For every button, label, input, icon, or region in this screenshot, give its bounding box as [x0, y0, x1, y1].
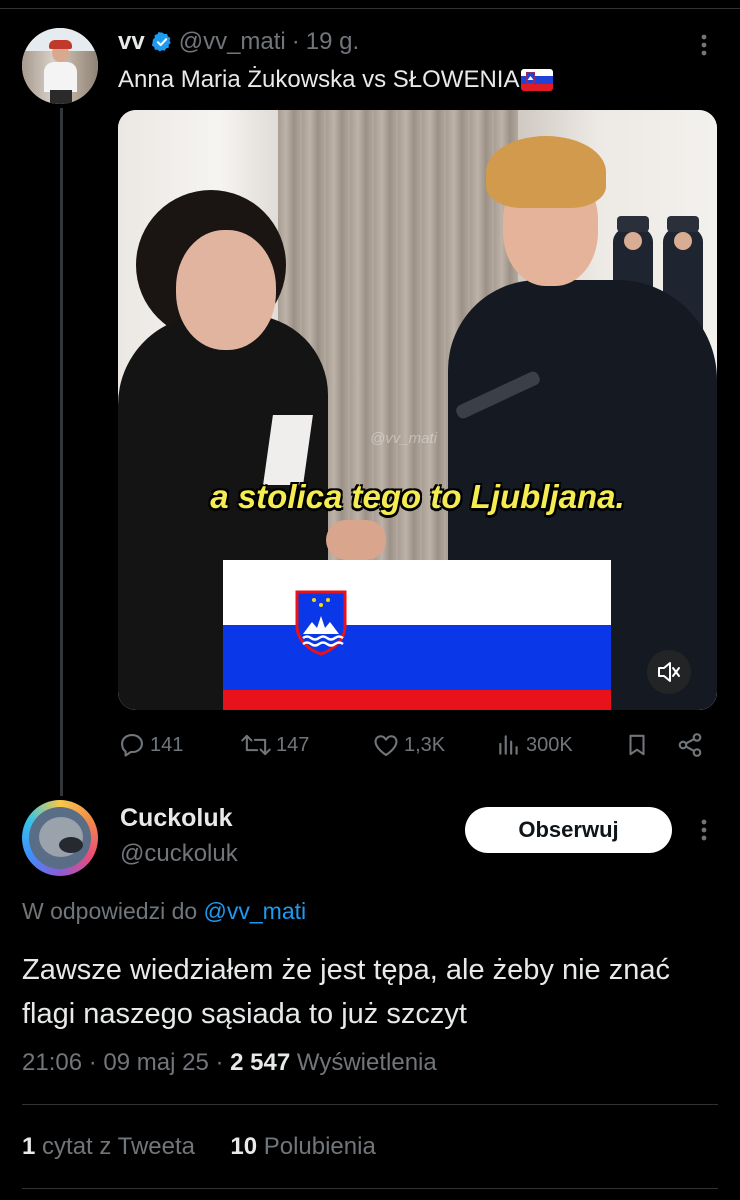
reply-meta: 21:06 · 09 maj 25 · 2 547 Wyświetlenia	[22, 1049, 437, 1076]
reply-date[interactable]: 09 maj 25	[103, 1049, 208, 1076]
video-caption: a stolica tego to Ljubljana.	[210, 478, 625, 515]
timestamp[interactable]: 19 g.	[306, 28, 359, 56]
reply-text: Zawsze wiedziałem że jest tępa, ale żeby…	[22, 954, 670, 1030]
like-count: 1,3K	[404, 733, 446, 756]
dot-separator: ·	[291, 28, 300, 55]
divider	[22, 1188, 718, 1189]
quotes-link[interactable]: 1 cytat z Tweeta	[22, 1133, 195, 1160]
reply-count: 141	[150, 733, 184, 756]
reply-views-count: 2 547	[230, 1049, 291, 1076]
reply-display-name[interactable]: Cuckoluk	[120, 804, 233, 833]
reply-stats: 1 cytat z Tweeta 10 Polubienia	[22, 1133, 376, 1161]
follow-button[interactable]: Obserwuj	[465, 807, 672, 853]
display-name[interactable]: vv	[118, 28, 145, 56]
mute-icon	[658, 662, 680, 682]
share-button[interactable]	[676, 728, 708, 762]
likes-label: Polubienia	[263, 1133, 376, 1160]
more-icon[interactable]	[694, 815, 714, 845]
retweet-button[interactable]: 147	[240, 728, 309, 762]
in-reply-prefix: W odpowiedzi do	[22, 898, 198, 924]
tweet-text-content: Anna Maria Żukowska vs SŁOWENIA	[118, 66, 520, 93]
handle[interactable]: @vv_mati	[179, 28, 286, 56]
in-reply-to: W odpowiedzi do @vv_mati	[22, 898, 306, 925]
divider	[22, 1104, 718, 1105]
tweet-text: Anna Maria Żukowska vs SŁOWENIA	[118, 66, 554, 94]
likes-count: 10	[230, 1133, 258, 1160]
like-button[interactable]: 1,3K	[372, 728, 445, 762]
reply-time[interactable]: 21:06	[22, 1049, 82, 1076]
share-icon	[678, 733, 702, 757]
avatar-cuckoluk[interactable]	[22, 800, 98, 876]
slovenia-flag	[223, 560, 611, 710]
thread-connector	[60, 108, 63, 796]
slovenia-coat-of-arms	[295, 590, 347, 656]
tweet-header: vv @vv_mati · 19 g.	[118, 26, 359, 58]
in-reply-mention-link[interactable]: @vv_mati	[204, 898, 307, 924]
more-icon[interactable]	[694, 30, 714, 60]
video-watermark: @vv_mati	[370, 430, 437, 447]
retweet-count: 147	[276, 733, 310, 756]
verified-badge-icon	[151, 32, 171, 52]
views-count: 300K	[526, 733, 573, 756]
mute-button[interactable]	[647, 650, 691, 694]
slovenia-flag-emoji	[521, 69, 554, 91]
avatar-vv[interactable]	[22, 28, 98, 104]
video-player[interactable]: @vv_mati a stolica tego to Ljubljana.	[118, 110, 717, 710]
reply-icon	[121, 734, 143, 757]
like-icon	[374, 735, 398, 756]
bookmark-button[interactable]	[624, 728, 654, 762]
reply-handle[interactable]: @cuckoluk	[120, 840, 238, 868]
reply-button[interactable]: 141	[118, 728, 183, 762]
views-button[interactable]: 300K	[496, 728, 573, 762]
bookmark-icon	[629, 734, 645, 756]
views-icon	[499, 735, 518, 755]
tweet-actions: 141 147 1,3K 300K	[118, 728, 718, 762]
reply-views-label: Wyświetlenia	[296, 1049, 437, 1076]
top-divider	[0, 8, 740, 9]
likes-link[interactable]: 10 Polubienia	[230, 1133, 375, 1160]
quotes-label: cytat z Tweeta	[42, 1133, 195, 1160]
quotes-count: 1	[22, 1133, 36, 1160]
retweet-icon	[241, 734, 271, 756]
